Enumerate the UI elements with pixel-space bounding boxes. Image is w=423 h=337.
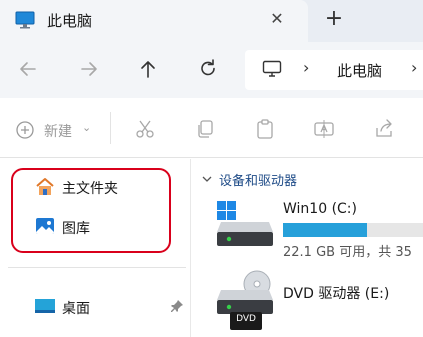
desktop-icon bbox=[34, 297, 56, 315]
arrow-right-icon[interactable] bbox=[76, 56, 102, 82]
paste-icon[interactable] bbox=[254, 118, 276, 140]
rename-icon[interactable] bbox=[313, 118, 335, 140]
arrow-left-icon[interactable] bbox=[15, 56, 41, 82]
new-tab-button[interactable]: + bbox=[322, 7, 346, 31]
pin-icon[interactable] bbox=[170, 298, 184, 312]
close-tab-icon[interactable]: ✕ bbox=[266, 8, 288, 30]
tab-title: 此电脑 bbox=[47, 12, 93, 30]
drive-name[interactable]: Win10 (C:) bbox=[283, 201, 357, 217]
drive-free-space: 22.1 GB 可用，共 35 bbox=[283, 245, 412, 260]
copy-icon[interactable] bbox=[194, 118, 216, 140]
arrow-up-icon[interactable] bbox=[135, 56, 161, 82]
chevron-down-icon[interactable]: ⌄ bbox=[82, 121, 91, 134]
drive-usage-bar bbox=[283, 223, 423, 237]
breadcrumb-separator[interactable]: › bbox=[303, 58, 309, 77]
windows-drive-icon[interactable] bbox=[215, 200, 273, 252]
highlight-annotation bbox=[11, 168, 171, 253]
dvd-badge: DVD bbox=[236, 314, 256, 324]
refresh-icon[interactable] bbox=[195, 56, 221, 82]
sidebar-item-label: 桌面 bbox=[62, 301, 90, 317]
breadcrumb-separator[interactable]: › bbox=[411, 58, 417, 77]
plus-circle-icon bbox=[15, 120, 35, 140]
group-header[interactable]: 设备和驱动器 bbox=[219, 170, 297, 189]
drive-name[interactable]: DVD 驱动器 (E:) bbox=[283, 283, 389, 303]
toolbar-divider bbox=[110, 112, 111, 144]
pane-divider bbox=[190, 159, 191, 337]
tab-this-pc[interactable]: 此电脑 ✕ bbox=[0, 0, 308, 42]
dvd-drive-icon[interactable]: DVD bbox=[215, 270, 273, 332]
computer-icon bbox=[15, 11, 35, 29]
new-button[interactable]: 新建 bbox=[44, 121, 72, 141]
cut-icon[interactable] bbox=[134, 118, 156, 140]
breadcrumb-this-pc[interactable]: 此电脑 bbox=[337, 60, 382, 81]
computer-icon bbox=[262, 60, 282, 78]
drive-usage-fill bbox=[283, 223, 367, 237]
tab-strip: 此电脑 ✕ + bbox=[0, 0, 423, 42]
sidebar-divider bbox=[8, 267, 186, 268]
share-icon[interactable] bbox=[373, 118, 395, 140]
sidebar-item-desktop[interactable] bbox=[34, 295, 184, 319]
